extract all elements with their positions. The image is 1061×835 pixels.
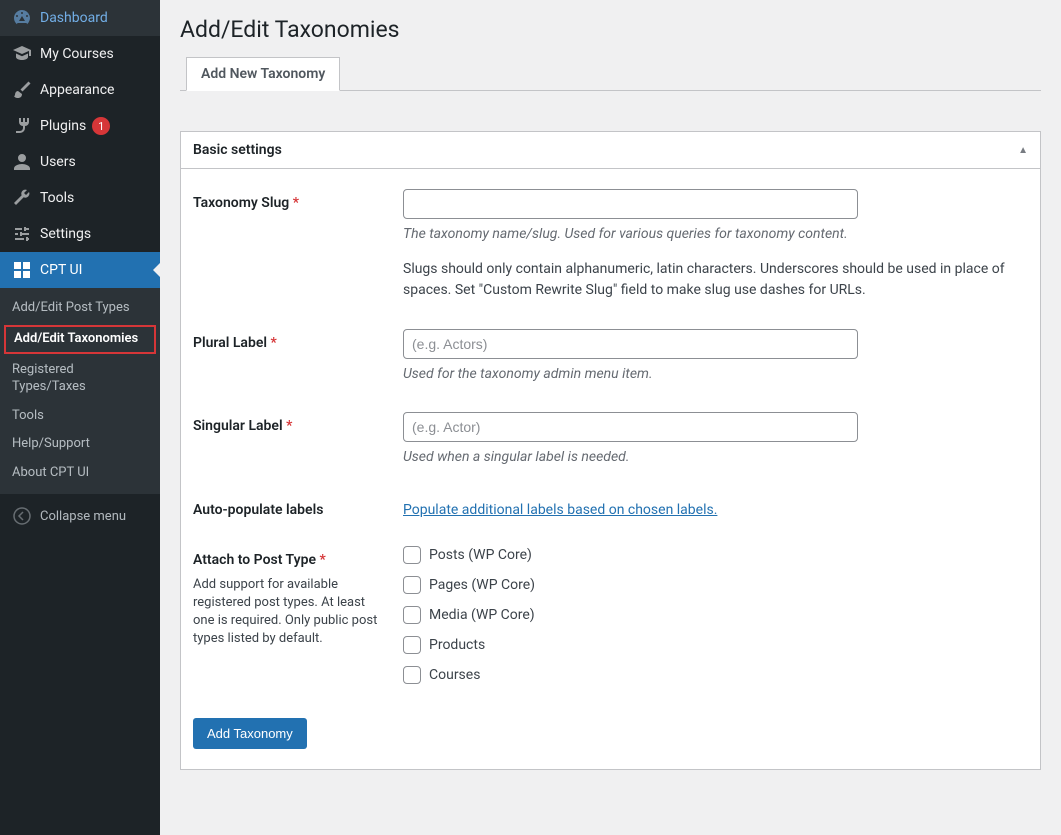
grid-icon	[12, 260, 32, 280]
menu-label: Dashboard	[40, 10, 108, 26]
basic-settings-panel: Basic settings ▲ Taxonomy Slug * The tax…	[180, 131, 1041, 770]
sidebar-item-settings[interactable]: Settings	[0, 216, 160, 252]
required-marker: *	[293, 195, 299, 211]
taxonomy-slug-input[interactable]	[403, 189, 858, 219]
required-marker: *	[271, 335, 277, 351]
collapse-icon	[12, 506, 32, 526]
panel-title: Basic settings	[193, 142, 282, 158]
main-content: Add/Edit Taxonomies Add New Taxonomy Bas…	[160, 0, 1061, 835]
menu-label: Tools	[40, 190, 74, 206]
checkbox-media[interactable]: Media (WP Core)	[403, 606, 1028, 624]
label-attach-sub: Add support for available registered pos…	[193, 576, 383, 649]
label-autopopulate: Auto-populate labels	[193, 502, 323, 518]
label-singular: Singular Label	[193, 418, 283, 434]
label-attach: Attach to Post Type	[193, 552, 316, 568]
menu-label: My Courses	[40, 46, 114, 62]
add-taxonomy-button[interactable]: Add Taxonomy	[193, 718, 307, 749]
sidebar-item-tools[interactable]: Tools	[0, 180, 160, 216]
sidebar-item-plugins[interactable]: Plugins 1	[0, 108, 160, 144]
sliders-icon	[12, 224, 32, 244]
graduation-cap-icon	[12, 44, 32, 64]
collapse-label: Collapse menu	[40, 509, 126, 524]
gauge-icon	[12, 8, 32, 28]
help-plural: Used for the taxonomy admin menu item.	[403, 365, 1028, 385]
autopopulate-link[interactable]: Populate additional labels based on chos…	[403, 502, 717, 518]
submenu-item-help[interactable]: Help/Support	[0, 430, 160, 459]
submenu-item-tools[interactable]: Tools	[0, 402, 160, 431]
checkbox-pages[interactable]: Pages (WP Core)	[403, 576, 1028, 594]
sidebar-item-appearance[interactable]: Appearance	[0, 72, 160, 108]
submenu-item-taxonomies[interactable]: Add/Edit Taxonomies	[4, 325, 156, 354]
tab-row: Add New Taxonomy	[180, 57, 1041, 91]
label-taxonomy-slug: Taxonomy Slug	[193, 195, 289, 211]
sidebar-item-dashboard[interactable]: Dashboard	[0, 0, 160, 36]
panel-toggle[interactable]: Basic settings ▲	[181, 132, 1040, 169]
checkbox-input-posts[interactable]	[403, 546, 421, 564]
submenu-item-post-types[interactable]: Add/Edit Post Types	[0, 294, 160, 323]
checkbox-label: Products	[429, 637, 485, 653]
checkbox-label: Pages (WP Core)	[429, 577, 535, 593]
admin-sidebar: Dashboard My Courses Appearance Plugins …	[0, 0, 160, 835]
checkbox-input-pages[interactable]	[403, 576, 421, 594]
menu-label: Settings	[40, 226, 91, 242]
checkbox-label: Media (WP Core)	[429, 607, 535, 623]
cptui-submenu: Add/Edit Post Types Add/Edit Taxonomies …	[0, 288, 160, 494]
checkbox-input-courses[interactable]	[403, 666, 421, 684]
required-marker: *	[319, 552, 325, 568]
submenu-item-registered[interactable]: Registered Types/Taxes	[0, 356, 160, 402]
brush-icon	[12, 80, 32, 100]
page-title: Add/Edit Taxonomies	[180, 16, 1041, 43]
plug-icon	[12, 116, 32, 136]
label-plural: Plural Label	[193, 335, 267, 351]
sidebar-item-cptui[interactable]: CPT UI	[0, 252, 160, 288]
collapse-menu-button[interactable]: Collapse menu	[0, 498, 160, 534]
checkbox-courses[interactable]: Courses	[403, 666, 1028, 684]
checkbox-input-media[interactable]	[403, 606, 421, 624]
checkbox-label: Posts (WP Core)	[429, 547, 532, 563]
help-slug-1: The taxonomy name/slug. Used for various…	[403, 225, 1028, 245]
help-singular: Used when a singular label is needed.	[403, 448, 1028, 468]
wrench-icon	[12, 188, 32, 208]
menu-label: Plugins	[40, 118, 86, 134]
tab-add-new-taxonomy[interactable]: Add New Taxonomy	[186, 57, 340, 91]
update-badge: 1	[92, 117, 110, 135]
submenu-item-about[interactable]: About CPT UI	[0, 459, 160, 488]
required-marker: *	[286, 418, 292, 434]
singular-label-input[interactable]	[403, 412, 858, 442]
caret-up-icon: ▲	[1018, 145, 1028, 156]
help-slug-2: Slugs should only contain alphanumeric, …	[403, 259, 1028, 301]
sidebar-item-courses[interactable]: My Courses	[0, 36, 160, 72]
checkbox-label: Courses	[429, 667, 480, 683]
menu-label: Appearance	[40, 82, 114, 98]
plural-label-input[interactable]	[403, 329, 858, 359]
checkbox-products[interactable]: Products	[403, 636, 1028, 654]
checkbox-posts[interactable]: Posts (WP Core)	[403, 546, 1028, 564]
user-icon	[12, 152, 32, 172]
menu-label: Users	[40, 154, 76, 170]
checkbox-input-products[interactable]	[403, 636, 421, 654]
menu-label: CPT UI	[40, 262, 82, 278]
sidebar-item-users[interactable]: Users	[0, 144, 160, 180]
